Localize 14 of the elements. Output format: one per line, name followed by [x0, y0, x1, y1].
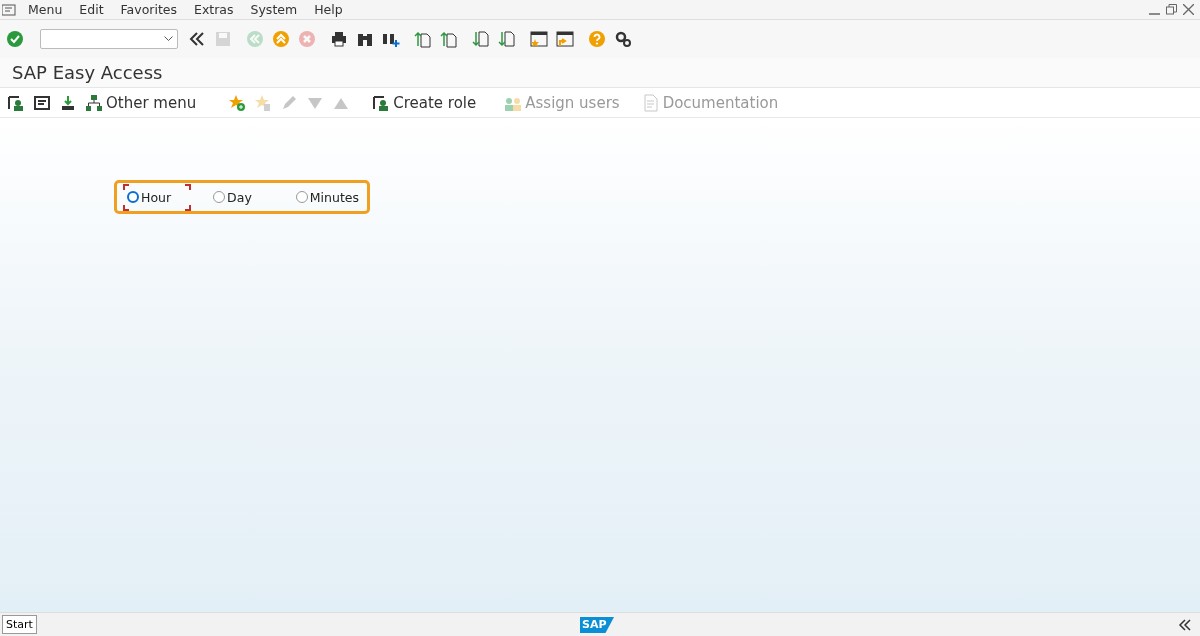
menu-item[interactable]: Help	[314, 2, 343, 17]
radio-option[interactable]: Hour	[123, 183, 192, 211]
menu-item[interactable]: Extras	[194, 2, 234, 17]
menu-item[interactable]: Menu	[28, 2, 63, 17]
start-button[interactable]: Start	[2, 615, 37, 634]
screen-title: SAP Easy Access	[0, 58, 1200, 88]
menu-item[interactable]: System	[250, 2, 298, 17]
menu-item[interactable]: Favorites	[120, 2, 177, 17]
radio-option[interactable]: Minutes	[293, 185, 361, 209]
sap-logo: SAP	[580, 617, 614, 633]
radio-option[interactable]: Day	[211, 185, 254, 209]
toolbar-button[interactable]: Create role	[369, 93, 480, 112]
toolbar-button[interactable]: Other menu	[82, 93, 200, 112]
menu-item[interactable]: Edit	[79, 2, 104, 17]
